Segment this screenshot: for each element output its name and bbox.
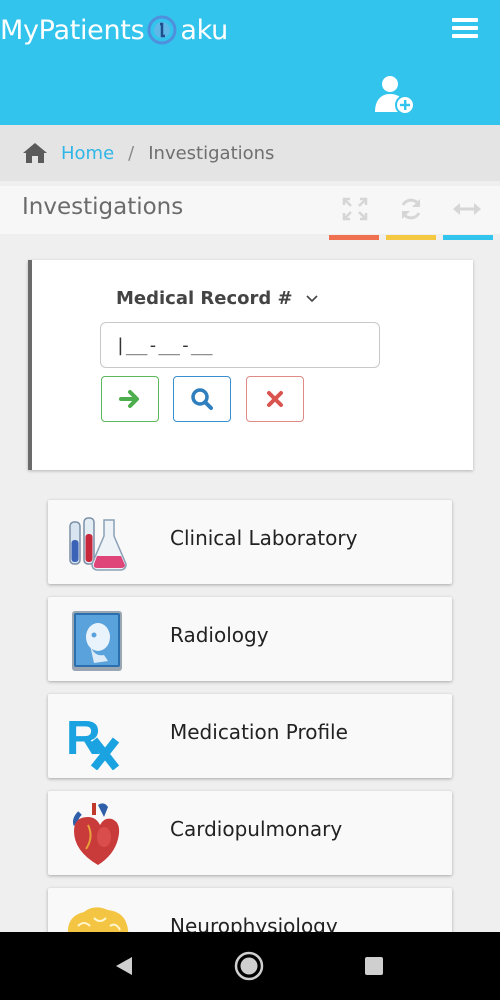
page-title: Investigations <box>22 194 184 220</box>
search-type-select[interactable]: Medical Record # <box>116 288 293 309</box>
module-cardiopulmonary[interactable]: Cardiopulmonary <box>48 791 452 875</box>
brand-text-right: aku <box>180 14 228 46</box>
home-icon[interactable] <box>22 141 48 165</box>
search-icon <box>191 388 213 410</box>
breadcrumb-current: Investigations <box>148 142 275 164</box>
app-header: MyPatients aku <box>0 0 500 125</box>
hamburger-menu-icon[interactable] <box>452 18 478 42</box>
clear-button[interactable] <box>246 376 304 422</box>
go-button[interactable] <box>101 376 159 422</box>
tool-accent-bar-yellow <box>386 235 436 240</box>
rx-icon: R <box>66 712 120 770</box>
panel-header: Investigations <box>0 186 500 234</box>
module-label: Clinical Laboratory <box>170 526 358 550</box>
module-label: Radiology <box>170 623 269 647</box>
search-button[interactable] <box>173 376 231 422</box>
breadcrumb-home-link[interactable]: Home <box>61 143 114 164</box>
app-logo: MyPatients aku <box>0 12 228 48</box>
module-label: Cardiopulmonary <box>170 817 343 841</box>
arrow-right-icon <box>119 390 139 408</box>
module-radiology[interactable]: Radiology <box>48 597 452 681</box>
close-icon <box>267 391 283 407</box>
refresh-icon[interactable] <box>396 196 426 222</box>
svg-text:R: R <box>66 712 101 765</box>
search-card: Medical Record # <box>28 260 473 470</box>
home-circle-icon[interactable] <box>233 950 265 982</box>
breadcrumb-separator: / <box>128 142 135 164</box>
at-logo-icon <box>147 15 177 45</box>
breadcrumb: Home / Investigations <box>0 125 500 181</box>
module-medication-profile[interactable]: R Medication Profile <box>48 694 452 778</box>
module-label: Medication Profile <box>170 720 348 744</box>
back-icon[interactable] <box>108 950 140 982</box>
medical-record-input[interactable] <box>100 322 380 368</box>
recents-icon[interactable] <box>358 950 390 982</box>
lab-flasks-icon <box>69 517 127 571</box>
system-nav-bar <box>0 932 500 1000</box>
tool-accent-bar-red <box>329 235 379 240</box>
add-user-icon[interactable] <box>372 72 416 116</box>
collapse-arrows-icon[interactable] <box>452 196 482 222</box>
brand-text-left: MyPatients <box>0 14 145 46</box>
xray-head-icon <box>72 611 122 671</box>
tool-accent-bar-blue <box>443 235 493 240</box>
chevron-down-icon[interactable] <box>304 292 320 306</box>
expand-icon[interactable] <box>340 196 370 222</box>
heart-icon <box>73 803 120 865</box>
module-clinical-laboratory[interactable]: Clinical Laboratory <box>48 500 452 584</box>
